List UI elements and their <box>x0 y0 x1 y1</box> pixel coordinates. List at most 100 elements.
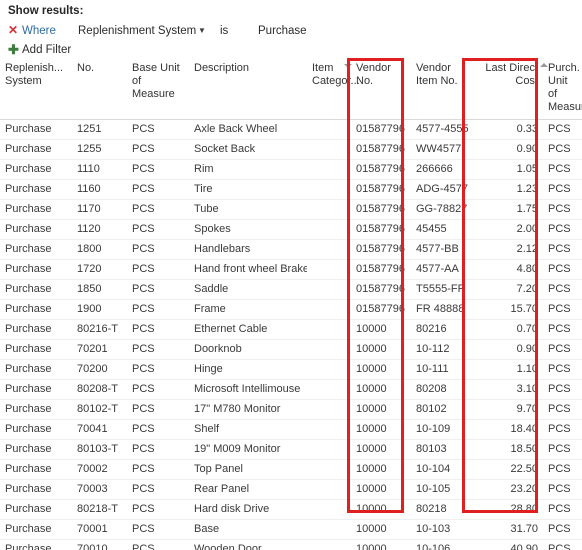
where-label[interactable]: Where <box>22 25 78 37</box>
table-cell[interactable]: 01587796 <box>351 139 411 160</box>
table-cell[interactable]: Purchase <box>0 479 72 500</box>
chevron-down-icon[interactable]: ▼ <box>198 26 220 35</box>
table-cell[interactable]: PCS <box>127 459 189 480</box>
table-cell[interactable]: WW4577 <box>411 139 469 160</box>
table-row[interactable]: Purchase 70001 PCS Base 10000 10-103 31.70 PCS <box>0 519 582 540</box>
table-cell[interactable]: PCS <box>127 239 189 260</box>
table-row[interactable]: Purchase 1120 PCS Spokes 01587796 45455 2.00 PC… <box>0 219 582 240</box>
table-cell[interactable]: 01587796 <box>351 179 411 200</box>
table-cell[interactable]: PCS <box>543 379 582 400</box>
table-cell[interactable]: 1255 <box>72 139 127 160</box>
table-cell[interactable]: 9.70 <box>469 399 543 420</box>
table-cell[interactable]: 4577-AA <box>411 259 469 280</box>
table-cell[interactable]: 40.90 <box>469 539 543 550</box>
table-cell[interactable]: Saddle <box>189 279 307 300</box>
table-cell[interactable]: PCS <box>543 159 582 180</box>
table-cell[interactable]: Purchase <box>0 279 72 300</box>
table-row[interactable]: Purchase 70002 PCS Top Panel 10000 10-104 22.5… <box>0 459 582 480</box>
table-cell[interactable]: 80216-T <box>72 319 127 340</box>
table-cell[interactable]: PCS <box>127 299 189 320</box>
table-cell[interactable]: 10-112 <box>411 339 469 360</box>
table-cell[interactable]: 10000 <box>351 319 411 340</box>
table-cell[interactable]: 10000 <box>351 419 411 440</box>
table-cell[interactable]: Spokes <box>189 219 307 240</box>
table-cell[interactable] <box>307 439 351 460</box>
table-cell[interactable]: PCS <box>543 279 582 300</box>
add-filter-row[interactable]: ✚ Add Filter <box>8 41 582 59</box>
table-cell[interactable]: 1110 <box>72 159 127 180</box>
table-cell[interactable]: PCS <box>127 479 189 500</box>
table-cell[interactable]: Purchase <box>0 139 72 160</box>
table-cell[interactable]: Purchase <box>0 439 72 460</box>
table-cell[interactable]: 70010 <box>72 539 127 550</box>
table-cell[interactable]: Purchase <box>0 459 72 480</box>
table-cell[interactable]: Purchase <box>0 159 72 180</box>
table-cell[interactable] <box>307 319 351 340</box>
table-row[interactable]: Purchase 70201 PCS Doorknob 10000 10-112 0.90 P… <box>0 339 582 360</box>
table-cell[interactable]: 80103 <box>411 439 469 460</box>
table-cell[interactable]: 10000 <box>351 459 411 480</box>
table-cell[interactable]: 0.90 <box>469 139 543 160</box>
table-cell[interactable]: 01587796 <box>351 119 411 140</box>
table-cell[interactable]: 4577-4555 <box>411 119 469 140</box>
column-header-no[interactable]: No. <box>72 60 127 120</box>
table-cell[interactable]: 10-109 <box>411 419 469 440</box>
table-row[interactable]: Purchase 80103-T PCS 19" M009 Monitor 10000 8… <box>0 439 582 460</box>
table-cell[interactable]: PCS <box>543 419 582 440</box>
table-row[interactable]: Purchase 80216-T PCS Ethernet Cable 10000 802… <box>0 319 582 340</box>
table-cell[interactable]: 1800 <box>72 239 127 260</box>
table-cell[interactable]: 70002 <box>72 459 127 480</box>
table-cell[interactable]: 4577-BB <box>411 239 469 260</box>
results-grid-container[interactable]: Replenish... System No. Base Unit of Measure… <box>0 60 582 550</box>
table-cell[interactable]: PCS <box>543 399 582 420</box>
table-row[interactable]: Purchase 70041 PCS Shelf 10000 10-109 18.40 PCS <box>0 419 582 440</box>
table-cell[interactable]: Base <box>189 519 307 540</box>
column-header-purch-unit-of-measure[interactable]: Purch. Unitof Measure <box>543 60 582 120</box>
table-row[interactable]: Purchase 70010 PCS Wooden Door 10000 10-106 40… <box>0 539 582 550</box>
table-cell[interactable]: Tube <box>189 199 307 220</box>
column-header-replenish-system[interactable]: Replenish... System <box>0 60 72 120</box>
table-cell[interactable]: Doorknob <box>189 339 307 360</box>
table-cell[interactable]: PCS <box>127 119 189 140</box>
filter-field-select[interactable]: Replenishment System <box>78 25 198 37</box>
table-cell[interactable]: PCS <box>127 339 189 360</box>
table-cell[interactable]: 17" M780 Monitor <box>189 399 307 420</box>
table-cell[interactable]: PCS <box>543 299 582 320</box>
table-cell[interactable]: T5555-FF <box>411 279 469 300</box>
table-cell[interactable]: 10000 <box>351 379 411 400</box>
table-cell[interactable]: 80102-T <box>72 399 127 420</box>
table-cell[interactable]: 10-106 <box>411 539 469 550</box>
table-cell[interactable]: PCS <box>127 359 189 380</box>
table-cell[interactable]: 0.70 <box>469 319 543 340</box>
table-cell[interactable]: 1.10 <box>469 359 543 380</box>
table-cell[interactable]: PCS <box>543 139 582 160</box>
table-cell[interactable]: PCS <box>543 219 582 240</box>
table-cell[interactable]: PCS <box>127 419 189 440</box>
table-cell[interactable]: PCS <box>127 259 189 280</box>
table-cell[interactable]: PCS <box>543 519 582 540</box>
table-cell[interactable] <box>307 199 351 220</box>
table-cell[interactable]: Purchase <box>0 339 72 360</box>
table-row[interactable]: Purchase 1170 PCS Tube 01587796 GG-78827 1.75 P… <box>0 199 582 220</box>
table-cell[interactable]: 80103-T <box>72 439 127 460</box>
table-cell[interactable]: 70200 <box>72 359 127 380</box>
add-filter-label[interactable]: Add Filter <box>22 44 71 56</box>
table-cell[interactable]: 01587796 <box>351 279 411 300</box>
column-header-vendor-no[interactable]: Vendor No. <box>344 60 411 120</box>
table-cell[interactable]: Microsoft Intellimouse <box>189 379 307 400</box>
table-cell[interactable]: 266666 <box>411 159 469 180</box>
table-cell[interactable]: 10000 <box>351 399 411 420</box>
column-header-base-unit-of-measure[interactable]: Base Unit of Measure <box>127 60 189 120</box>
remove-filter-icon[interactable]: ✕ <box>8 22 22 39</box>
table-cell[interactable]: 28.80 <box>469 499 543 520</box>
table-cell[interactable] <box>307 139 351 160</box>
table-cell[interactable]: PCS <box>543 179 582 200</box>
table-cell[interactable]: 15.70 <box>469 299 543 320</box>
table-cell[interactable]: Purchase <box>0 379 72 400</box>
table-cell[interactable] <box>307 399 351 420</box>
column-header-last-direct-cost[interactable]: Last Direct Cost <box>469 60 548 120</box>
table-cell[interactable]: PCS <box>127 499 189 520</box>
table-cell[interactable]: 01587796 <box>351 219 411 240</box>
table-cell[interactable]: 80208 <box>411 379 469 400</box>
table-cell[interactable]: Wooden Door <box>189 539 307 550</box>
